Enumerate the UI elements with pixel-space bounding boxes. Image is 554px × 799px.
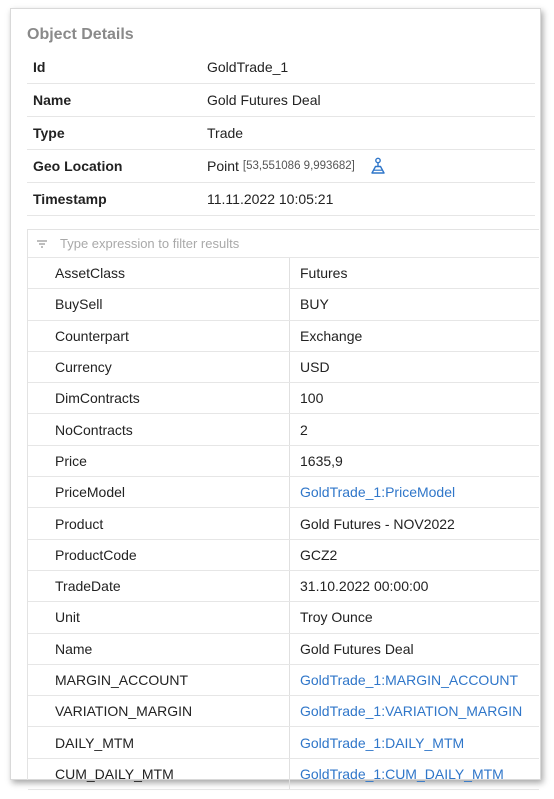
property-key: Timestamp bbox=[33, 191, 107, 207]
property-value-container: Point [53,551086 9,993682] bbox=[207, 157, 535, 175]
table-row: AssetClass Futures bbox=[28, 258, 539, 290]
attribute-key: ProductCode bbox=[28, 539, 290, 570]
property-key: Name bbox=[33, 92, 72, 108]
table-row: MARGIN_ACCOUNT GoldTrade_1:MARGIN_ACCOUNT bbox=[28, 664, 539, 697]
table-row: Currency USD bbox=[28, 351, 539, 384]
attribute-key: Price bbox=[28, 445, 290, 477]
attribute-key: Currency bbox=[28, 351, 290, 383]
attribute-value: BUY bbox=[300, 296, 329, 313]
map-locate-icon[interactable] bbox=[369, 157, 387, 175]
filter-bar bbox=[28, 230, 539, 258]
attribute-key: AssetClass bbox=[28, 258, 290, 289]
attribute-key: Name bbox=[28, 633, 290, 664]
filter-icon bbox=[34, 237, 50, 251]
property-value: Trade bbox=[207, 125, 244, 141]
property-key: Geo Location bbox=[33, 158, 123, 174]
attribute-key: Counterpart bbox=[28, 320, 290, 351]
table-row: DAILY_MTM GoldTrade_1:DAILY_MTM bbox=[28, 727, 539, 759]
property-key: Id bbox=[33, 59, 46, 75]
table-row: PriceModel GoldTrade_1:PriceModel bbox=[28, 477, 539, 509]
attribute-key: DAILY_MTM bbox=[28, 727, 290, 758]
table-row: BuySell BUY bbox=[28, 289, 539, 321]
attribute-link[interactable]: GoldTrade_1:DAILY_MTM bbox=[290, 727, 539, 757]
attribute-key: NoContracts bbox=[28, 414, 290, 445]
object-details-panel: Object Details Id GoldTrade_1 Name Gold … bbox=[10, 8, 541, 791]
attribute-key: MARGIN_ACCOUNT bbox=[28, 664, 290, 696]
attribute-value: 2 bbox=[300, 421, 308, 438]
table-row: Counterpart Exchange bbox=[28, 320, 539, 352]
attribute-link[interactable]: GoldTrade_1:CUM_DAILY_MTM bbox=[290, 759, 539, 789]
attribute-key: DimContracts bbox=[28, 383, 290, 414]
attributes-table: AssetClass Futures BuySell BUY Counterpart Ex… bbox=[28, 258, 539, 791]
property-value: Gold Futures Deal bbox=[207, 92, 321, 108]
property-row-timestamp: Timestamp 11.11.2022 10:05:21 bbox=[27, 183, 535, 216]
attribute-link[interactable]: GoldTrade_1:VARIATION_MARGIN bbox=[290, 696, 539, 726]
table-row: Unit Troy Ounce bbox=[28, 602, 539, 634]
attribute-key: TradeDate bbox=[28, 570, 290, 602]
property-row-name: Name Gold Futures Deal bbox=[27, 84, 535, 117]
geo-type: Point bbox=[207, 158, 239, 174]
table-row: NoContracts 2 bbox=[28, 414, 539, 446]
geo-coordinates: [53,551086 9,993682] bbox=[242, 160, 355, 172]
attribute-link[interactable]: GoldTrade_1:PriceModel bbox=[290, 477, 539, 507]
table-row: Name Gold Futures Deal bbox=[28, 633, 539, 665]
attribute-value: 31.10.2022 00:00:00 bbox=[300, 578, 429, 595]
table-row: DimContracts 100 bbox=[28, 383, 539, 415]
attribute-value: Gold Futures Deal bbox=[300, 640, 414, 657]
table-row: Product Gold Futures - NOV2022 bbox=[28, 508, 539, 540]
property-value: GoldTrade_1 bbox=[207, 59, 289, 75]
attribute-value: Troy Ounce bbox=[300, 609, 373, 626]
attribute-value: USD bbox=[300, 359, 330, 376]
attribute-key: CUM_DAILY_MTM bbox=[28, 758, 290, 790]
attribute-key: BuySell bbox=[28, 289, 290, 320]
property-row-id: Id GoldTrade_1 bbox=[27, 51, 535, 84]
table-row: Price 1635,9 bbox=[28, 445, 539, 478]
attribute-value: 100 bbox=[300, 390, 324, 407]
table-row: VARIATION_MARGIN GoldTrade_1:VARIATION_MA… bbox=[28, 696, 539, 728]
filter-input[interactable] bbox=[58, 235, 462, 252]
properties-list: Id GoldTrade_1 Name Gold Futures Deal Ty… bbox=[27, 51, 535, 216]
attribute-value: Gold Futures - NOV2022 bbox=[300, 515, 455, 532]
property-row-type: Type Trade bbox=[27, 117, 535, 150]
attribute-link[interactable]: GoldTrade_1:MARGIN_ACCOUNT bbox=[290, 665, 539, 695]
panel-title: Object Details bbox=[27, 26, 134, 43]
attributes-section: AssetClass Futures BuySell BUY Counterpart Ex… bbox=[27, 229, 539, 791]
attribute-value: Futures bbox=[300, 265, 348, 282]
attribute-key: Product bbox=[28, 508, 290, 539]
attribute-value: Exchange bbox=[300, 327, 363, 344]
table-row: CUM_DAILY_MTM GoldTrade_1:CUM_DAILY_MTM bbox=[28, 758, 539, 791]
attribute-value: GCZ2 bbox=[300, 546, 338, 563]
attribute-value: 1635,9 bbox=[300, 452, 343, 469]
table-row: TradeDate 31.10.2022 00:00:00 bbox=[28, 570, 539, 603]
property-value: 11.11.2022 10:05:21 bbox=[207, 191, 334, 207]
table-row: ProductCode GCZ2 bbox=[28, 539, 539, 571]
attribute-key: Unit bbox=[28, 602, 290, 633]
attribute-key: PriceModel bbox=[28, 477, 290, 508]
property-key: Type bbox=[33, 125, 65, 141]
property-row-geo-location: Geo Location Point [53,551086 9,993682] bbox=[27, 150, 535, 183]
attribute-key: VARIATION_MARGIN bbox=[28, 696, 290, 727]
